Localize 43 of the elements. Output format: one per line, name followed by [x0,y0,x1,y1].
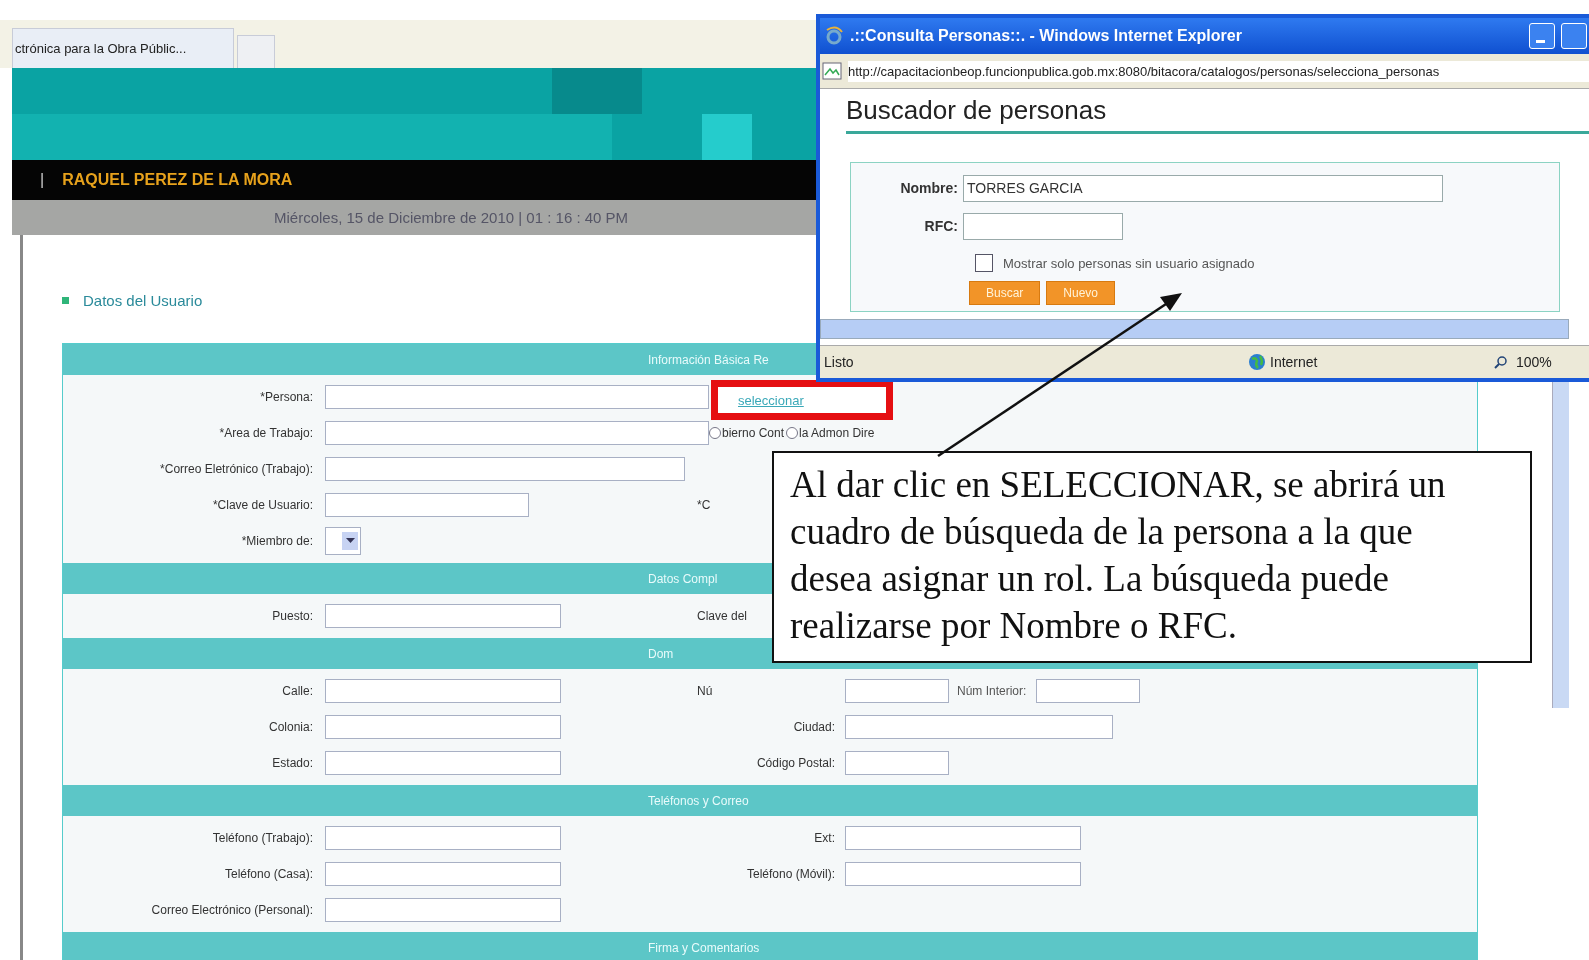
section-header-text: Datos Compl [648,571,718,586]
browser-tab[interactable]: ctrónica para la Obra Públic... [12,28,234,68]
field-label: Teléfono (Casa): [223,867,314,881]
date-text: Miércoles, 15 de Diciembre de 2010 | 01 : 16 : 40 PM [274,209,629,226]
section-header-text: Firma y Comentarios [648,940,760,955]
field-label: Nombre: [899,180,959,196]
field-label: Ciudad: [792,720,836,734]
field-label: Nú [696,684,714,698]
field-label: *Correo Eletrónico (Trabajo): [159,462,314,476]
field-label: *Persona: [259,390,314,404]
radio-label: bierno Cont [722,426,785,440]
section-header-text: Información Básica Re [648,352,769,367]
field-label: Código Postal: [755,756,836,770]
section-header-text: Dom [648,646,674,661]
callout-text: Al dar clic en SELECCIONAR, se abrirá un cuadro de búsqueda de la persona a la que desea asignar un rol. La búsqueda puede realizarse por Nombre o RFC. [790,464,1446,646]
field-label: Ext: [813,831,836,845]
section-title: Datos del Usuario [83,291,203,309]
user-name: RAQUEL PEREZ DE LA MORA [62,171,293,189]
page-heading: Buscador de personas [846,89,1589,134]
section-header-text: Teléfonos y Correo [648,793,749,808]
checkbox-label: Mostrar solo personas sin usuario asignado [1003,255,1255,271]
field-label: *Clave de Usuario: [211,498,314,512]
window-title: .::Consulta Personas::. - Windows Internet Explorer [850,27,1243,45]
field-label: Teléfono (Móvil): [745,867,836,881]
field-label: Puesto: [271,609,314,623]
field-label: Núm Interior: [957,684,1027,698]
field-label: RFC: [923,218,959,234]
field-label: *C [696,498,712,512]
radio-label: la Admon Dire [799,426,875,440]
zoom-level[interactable]: 100% [1516,354,1552,370]
separator-text: | [40,171,45,189]
field-label: Correo Electrónico (Personal): [150,903,314,917]
text-field[interactable]: TORRES GARCIA [963,174,1443,202]
zone-text: Internet [1270,354,1319,370]
field-label: Colonia: [267,720,314,734]
field-label: *Area de Trabajo: [218,426,314,440]
field-label: Calle: [281,684,314,698]
field-label: *Miembro de: [240,534,314,548]
field-label: Estado: [271,756,314,770]
field-label: Teléfono (Trabajo): [211,831,314,845]
address-bar[interactable]: http://capacitacionbeop.funcionpublica.gob.mx:8080/bitacora/catalogos/personas/selecciona_personas [848,60,1589,82]
status-text: Listo [824,354,855,370]
field-label: Clave del [696,609,749,623]
